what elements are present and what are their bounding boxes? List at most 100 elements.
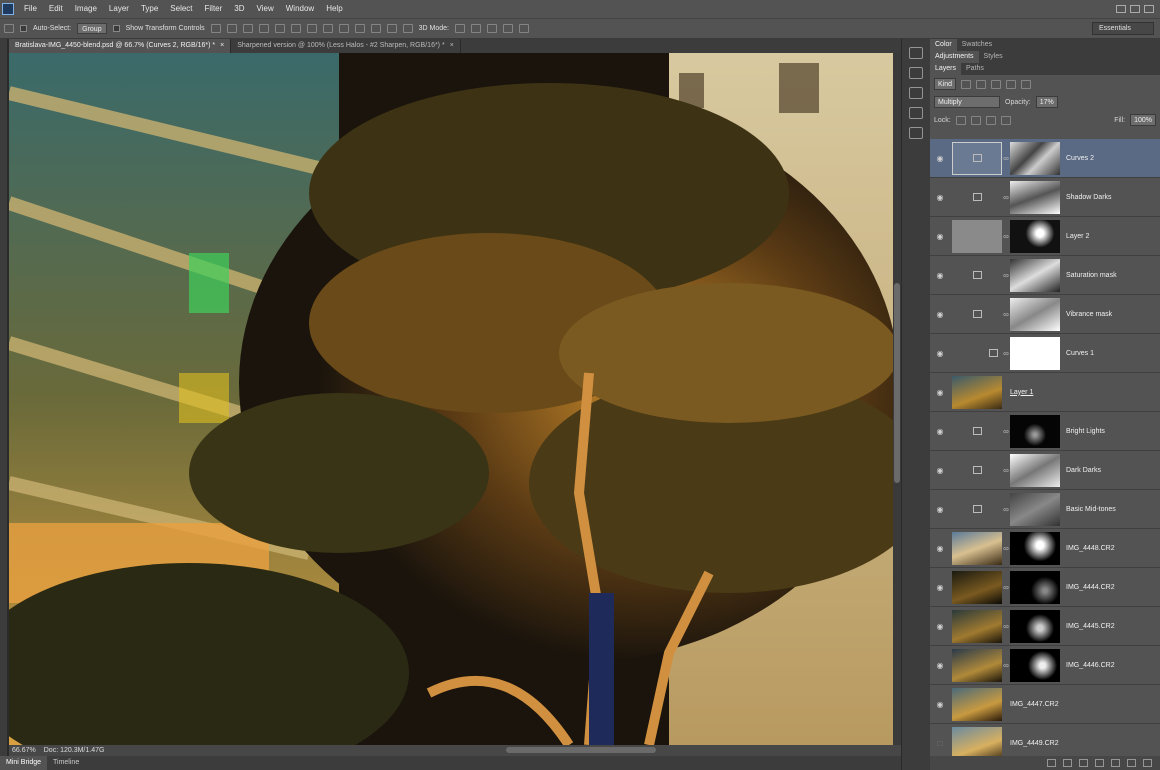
visibility-eye-icon[interactable]: ◉ [930, 154, 950, 163]
menu-layer[interactable]: Layer [103, 0, 135, 18]
distribute-bottom-icon[interactable] [338, 24, 349, 33]
distribute-center-icon[interactable] [370, 24, 381, 33]
menu-image[interactable]: Image [69, 0, 103, 18]
show-transform-checkbox[interactable] [112, 25, 120, 32]
actions-play-icon[interactable] [909, 67, 923, 79]
zoom-level[interactable]: 66.67% [12, 747, 36, 754]
layer-mask-thumbnail[interactable] [1010, 336, 1060, 370]
filter-shape-icon[interactable] [1006, 79, 1017, 89]
tab-mini-bridge[interactable]: Mini Bridge [0, 756, 48, 770]
layer-row[interactable]: ◉ ∞ Bright Lights [930, 412, 1160, 451]
blend-mode-dropdown[interactable]: Multiply [934, 96, 1000, 108]
tab-document-2[interactable]: Sharpened version @ 100% (Less Halos - #… [231, 39, 461, 53]
visibility-eye-icon[interactable]: □ [930, 739, 950, 748]
3d-rotate-icon[interactable] [454, 24, 465, 33]
layer-mask-thumbnail[interactable] [1010, 414, 1060, 448]
horizontal-scroll-thumb[interactable] [506, 747, 656, 753]
layer-mask-thumbnail[interactable] [1010, 297, 1060, 331]
visibility-eye-icon[interactable]: ◉ [930, 310, 950, 319]
menu-type[interactable]: Type [135, 0, 164, 18]
layer-mask-thumbnail[interactable] [1010, 648, 1060, 682]
align-center-icon[interactable] [274, 24, 285, 33]
layer-row[interactable]: ◉ ∞ Shadow Darks [930, 178, 1160, 217]
visibility-eye-icon[interactable]: ◉ [930, 193, 950, 202]
visibility-eye-icon[interactable]: ◉ [930, 544, 950, 553]
tab-adjustments[interactable]: Adjustments [930, 51, 979, 63]
layer-mask-thumbnail[interactable] [1010, 258, 1060, 292]
layer-mask-thumbnail[interactable] [1010, 453, 1060, 487]
minimize-icon[interactable] [1116, 5, 1126, 13]
distribute-top-icon[interactable] [306, 24, 317, 33]
new-layer-icon[interactable] [1127, 759, 1136, 767]
align-bottom-icon[interactable] [242, 24, 253, 33]
layer-name[interactable]: IMG_4444.CR2 [1066, 584, 1115, 591]
menu-filter[interactable]: Filter [199, 0, 229, 18]
visibility-eye-icon[interactable]: ◉ [930, 583, 950, 592]
layer-mask-thumbnail[interactable] [1010, 609, 1060, 643]
layer-name[interactable]: Layer 2 [1066, 233, 1089, 240]
layer-name[interactable]: Layer 1 [1010, 389, 1033, 396]
menu-edit[interactable]: Edit [43, 0, 69, 18]
tab-color[interactable]: Color [930, 39, 957, 51]
vertical-scrollbar[interactable] [893, 53, 901, 745]
layer-name[interactable]: Shadow Darks [1066, 194, 1112, 201]
tab-paths[interactable]: Paths [961, 63, 989, 75]
menu-help[interactable]: Help [320, 0, 348, 18]
3d-panel-icon[interactable] [909, 87, 923, 99]
lock-image-icon[interactable] [970, 115, 981, 125]
maximize-icon[interactable] [1130, 5, 1140, 13]
layer-mask-thumbnail[interactable] [1010, 492, 1060, 526]
menu-file[interactable]: File [18, 0, 43, 18]
layer-row[interactable]: □ IMG_4449.CR2 [930, 724, 1160, 756]
visibility-eye-icon[interactable]: ◉ [930, 271, 950, 280]
image-canvas[interactable] [9, 53, 893, 745]
layer-mask-thumbnail[interactable] [1010, 531, 1060, 565]
layer-row[interactable]: ◉ ∞ Vibrance mask [930, 295, 1160, 334]
layer-row[interactable]: ◉ ∞ Dark Darks [930, 451, 1160, 490]
add-mask-icon[interactable] [1079, 759, 1088, 767]
visibility-eye-icon[interactable]: ◉ [930, 232, 950, 241]
info-icon[interactable] [909, 107, 923, 119]
layer-row[interactable]: ◉ ∞ Basic Mid-tones [930, 490, 1160, 529]
opacity-field[interactable]: 17% [1035, 96, 1058, 108]
fill-field[interactable]: 100% [1130, 114, 1156, 126]
visibility-eye-icon[interactable]: ◉ [930, 349, 950, 358]
lock-transparent-icon[interactable] [955, 115, 966, 125]
close-tab-icon[interactable]: × [450, 42, 454, 49]
close-tab-icon[interactable]: × [220, 42, 224, 49]
tab-document-1[interactable]: Bratislava-IMG_4450-blend.psd @ 66.7% (C… [9, 39, 232, 53]
properties-icon[interactable] [909, 127, 923, 139]
move-tool-icon[interactable] [4, 24, 14, 33]
layer-row[interactable]: ◉ IMG_4447.CR2 [930, 685, 1160, 724]
link-layers-icon[interactable] [1047, 759, 1056, 767]
filter-pixel-icon[interactable] [961, 79, 972, 89]
new-group-icon[interactable] [1111, 759, 1120, 767]
menu-view[interactable]: View [251, 0, 280, 18]
layer-name[interactable]: Dark Darks [1066, 467, 1101, 474]
visibility-eye-icon[interactable]: ◉ [930, 505, 950, 514]
lock-position-icon[interactable] [985, 115, 996, 125]
distribute-middle-icon[interactable] [322, 24, 333, 33]
3d-slide-icon[interactable] [502, 24, 513, 33]
layer-mask-thumbnail[interactable] [1010, 141, 1060, 175]
filter-kind-dropdown[interactable]: Kind [934, 78, 957, 90]
layer-row[interactable]: ◉ ∞ Layer 2 [930, 217, 1160, 256]
close-icon[interactable] [1144, 5, 1154, 13]
layer-row[interactable]: ◉ ∞ Curves 2 [930, 139, 1160, 178]
layer-row[interactable]: ◉ ∞ IMG_4448.CR2 [930, 529, 1160, 568]
layer-mask-thumbnail[interactable] [1010, 180, 1060, 214]
align-top-icon[interactable] [210, 24, 221, 33]
visibility-eye-icon[interactable]: ◉ [930, 700, 950, 709]
layer-name[interactable]: IMG_4445.CR2 [1066, 623, 1115, 630]
tab-swatches[interactable]: Swatches [957, 39, 997, 51]
workspace-dropdown[interactable]: Essentials [1092, 22, 1154, 35]
trash-icon[interactable] [1143, 759, 1152, 767]
layer-name[interactable]: IMG_4446.CR2 [1066, 662, 1115, 669]
3d-roll-icon[interactable] [470, 24, 481, 33]
visibility-eye-icon[interactable]: ◉ [930, 427, 950, 436]
align-left-icon[interactable] [258, 24, 269, 33]
layer-name[interactable]: Curves 2 [1066, 155, 1094, 162]
menu-3d[interactable]: 3D [228, 0, 250, 18]
tab-timeline[interactable]: Timeline [47, 756, 85, 770]
tools-panel[interactable] [0, 39, 8, 770]
